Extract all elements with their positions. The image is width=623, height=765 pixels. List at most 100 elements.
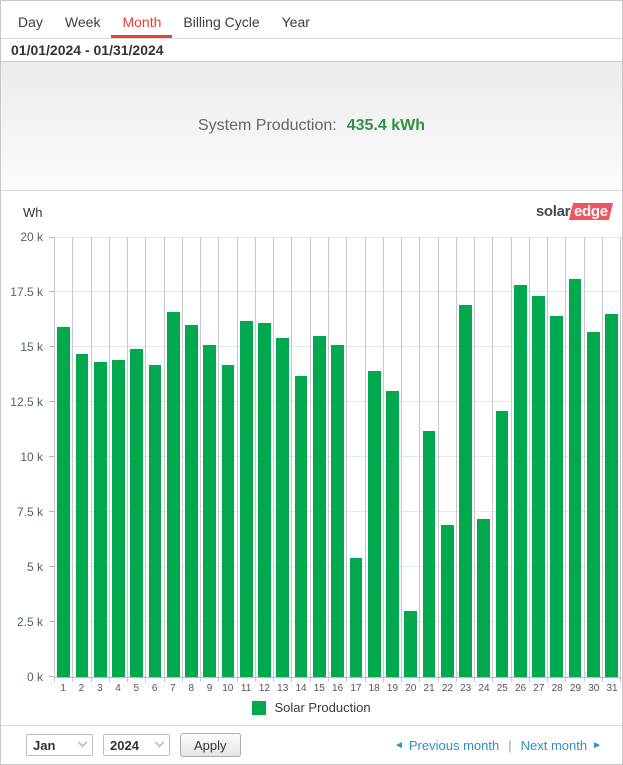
chart-column [530,237,549,677]
x-label: 27 [533,683,545,694]
x-label: 7 [170,683,176,694]
month-select-value: Jan [33,737,56,753]
x-axis-tick [274,678,293,682]
year-select[interactable]: 2024 [103,734,170,756]
x-axis-ticks [54,678,622,682]
logo-solar-text: solar [535,203,571,220]
bar-day-31 [605,314,618,677]
y-axis-label: 12.5 k [10,395,43,409]
y-axis-label: 20 k [20,230,43,244]
chart-column [366,237,384,677]
nav-separator: | [508,737,512,753]
legend-item-solar-production[interactable]: Solar Production [1,700,622,715]
x-label: 4 [115,683,121,694]
chart-column [238,237,256,677]
chart-column [548,237,567,677]
chart-column [146,237,165,677]
y-axis-label: 15 k [20,340,43,354]
x-axis-tick [110,678,129,682]
tab-year[interactable]: Year [271,10,321,38]
bar-day-10 [221,364,235,677]
tab-billing-cycle[interactable]: Billing Cycle [172,10,270,38]
logo-edge-text: edge [574,203,608,220]
month-select[interactable]: Jan [26,734,93,756]
x-label: 10 [222,683,234,694]
apply-button[interactable]: Apply [180,733,241,757]
x-axis-tick [384,678,403,682]
bar-day-28 [550,316,564,677]
bar-day-4 [112,360,125,677]
bar-day-7 [166,311,180,677]
previous-month-label: Previous month [408,737,500,753]
x-axis-tick [219,678,238,682]
plot-area: 0 k 2.5 k 5 k 7.5 k 10 k 12.5 k 15 k 17.5 k 20 k [10,231,622,683]
x-axis-tick [92,678,110,682]
tab-day[interactable]: Day [7,10,54,38]
left-arrow-icon: ◄ [393,739,404,751]
y-axis-label: 2.5 k [16,615,43,629]
x-label: 9 [206,683,213,694]
x-label: 5 [133,683,140,694]
y-axis-label: 10 k [20,450,43,464]
chart-column [55,237,74,677]
x-label: 8 [188,683,194,694]
bar-day-6 [148,364,162,677]
chart-column [128,237,147,677]
x-label: 17 [350,683,362,694]
bar-day-26 [513,285,527,677]
chart-column [566,237,585,677]
chart-column [439,237,457,677]
bar-day-2 [75,353,89,677]
x-label: 15 [313,683,325,694]
bottom-controls: Jan 2024 Apply ◄ Previous month | Next m… [1,726,622,764]
x-label: 6 [151,683,158,694]
y-axis-label: 5 k [26,560,43,574]
x-axis-tick [73,678,92,682]
x-axis-tick [603,678,622,682]
chart-column [384,237,403,677]
x-axis-tick [347,678,366,682]
y-axis-label: 17.5 k [10,285,43,299]
bar-day-27 [532,296,545,677]
tab-week[interactable]: Week [54,10,112,38]
chart-column [493,237,512,677]
system-production-value: 435.4 kWh [346,117,425,134]
chart-column [292,237,311,677]
x-label: 3 [96,683,103,694]
bar-day-8 [185,325,198,677]
x-axis-tick [475,678,494,682]
x-label: 18 [368,683,380,694]
x-axis-tick [165,678,183,682]
x-axis-tick [146,678,165,682]
x-label: 30 [588,683,600,694]
bar-day-14 [294,375,308,677]
previous-month-button[interactable]: ◄ Previous month [394,738,499,753]
chart-column [347,237,366,677]
x-axis-tick [402,678,421,682]
bar-day-16 [331,344,344,677]
x-axis-tick [457,678,476,682]
chart-column [183,237,202,677]
chevron-down-icon [154,737,165,748]
x-axis-tick [420,678,439,682]
production-chart: Wh solar edge 0 k 2.5 k 5 k 7.5 k 10 k 12.5 k 1… [1,191,622,726]
monitoring-window: Day Week Month Billing Cycle Year 01/01/… [0,0,623,765]
x-label: 2 [78,683,85,694]
chart-column [219,237,238,677]
right-arrow-icon: ► [592,739,602,751]
x-axis-tick [292,678,311,682]
x-label: 20 [405,683,417,694]
chart-column [402,237,421,677]
bar-day-9 [203,344,217,677]
chart-column [311,237,329,677]
bar-day-12 [258,322,271,677]
next-month-button[interactable]: Next month ► [521,738,602,753]
x-label: 24 [478,683,490,694]
chart-column [329,237,348,677]
x-axis-tick [256,678,275,682]
chart-column [512,237,530,677]
chart-column [110,237,129,677]
tab-month[interactable]: Month [111,10,173,38]
chevron-down-icon [77,737,88,748]
x-axis-tick [128,678,147,682]
